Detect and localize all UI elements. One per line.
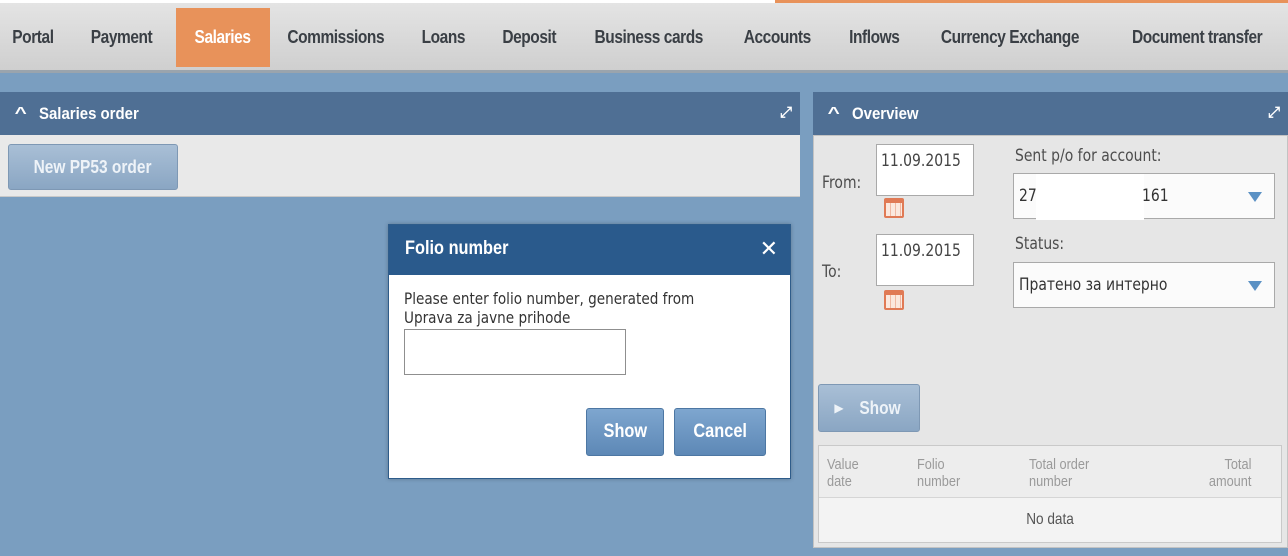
overview-show-label: Show — [858, 397, 901, 418]
dialog-show-button[interactable]: Show — [586, 408, 664, 456]
to-date-value: 11.09.2015 — [881, 241, 961, 261]
folio-number-dialog: Folio number ✕ Please enter folio number… — [388, 224, 791, 479]
chevron-down-icon — [1248, 192, 1262, 202]
nav-item-deposit[interactable]: Deposit — [500, 8, 558, 67]
new-pp53-order-label: New PP53 order — [34, 156, 152, 177]
grid-header: Value date Folio number Total order numb… — [819, 446, 1281, 498]
nav-item-accounts[interactable]: Accounts — [742, 8, 813, 67]
account-suffix: 161 — [1142, 186, 1169, 206]
no-data-text: No data — [1026, 511, 1074, 528]
nav-item-business-cards[interactable]: Business cards — [592, 8, 706, 67]
expand-icon[interactable]: ⤢ — [1268, 104, 1280, 121]
dialog-show-label: Show — [603, 421, 647, 442]
nav-divider — [0, 70, 1288, 73]
orders-grid: Value date Folio number Total order numb… — [818, 445, 1282, 543]
account-select[interactable]: 27 161 — [1013, 173, 1275, 220]
column-header-folio-number[interactable]: Folio number — [917, 456, 973, 490]
to-label: To: — [822, 262, 842, 282]
nav-item-loans[interactable]: Loans — [421, 8, 466, 67]
dialog-message: Please enter folio number, generated fro… — [404, 289, 695, 327]
nav-item-salaries[interactable]: Salaries — [176, 8, 270, 67]
folio-number-input[interactable] — [404, 329, 626, 375]
grid-empty-row: No data — [819, 498, 1281, 542]
nav-item-payment[interactable]: Payment — [88, 8, 155, 67]
nav-item-salaries-label: Salaries — [195, 27, 251, 47]
chevron-up-icon[interactable]: ^ — [15, 105, 27, 123]
account-redaction — [1036, 174, 1144, 220]
overview-panel-header[interactable]: ^ Overview ⤢ — [813, 92, 1288, 136]
from-date-value: 11.09.2015 — [881, 151, 961, 171]
chevron-up-icon[interactable]: ^ — [828, 105, 840, 123]
calendar-icon[interactable] — [884, 290, 904, 310]
column-header-value-date[interactable]: Value date — [827, 456, 871, 490]
chevron-down-icon — [1248, 281, 1262, 291]
new-pp53-order-button[interactable]: New PP53 order — [8, 144, 178, 190]
nav-item-portal[interactable]: Portal — [8, 8, 58, 67]
column-header-total-order-number[interactable]: Total order number — [1029, 456, 1114, 490]
status-select[interactable]: Пратено за интерно — [1013, 262, 1275, 308]
calendar-icon[interactable] — [884, 198, 904, 218]
nav-item-inflows[interactable]: Inflows — [845, 8, 903, 67]
dialog-cancel-button[interactable]: Cancel — [674, 408, 766, 456]
play-icon: ▶ — [834, 401, 844, 415]
panel-title: Overview — [852, 104, 919, 123]
overview-show-button[interactable]: ▶ Show — [818, 384, 920, 432]
nav-accent-line — [775, 0, 1288, 3]
dialog-header: Folio number ✕ — [389, 225, 790, 275]
account-prefix: 27 — [1019, 186, 1037, 206]
nav-item-currency-exchange[interactable]: Currency Exchange — [936, 8, 1084, 67]
expand-icon[interactable]: ⤢ — [780, 104, 792, 121]
column-header-total-amount[interactable]: Total amount — [1197, 456, 1252, 490]
status-value: Пратено за интерно — [1019, 275, 1168, 295]
status-label: Status: — [1015, 234, 1065, 254]
panel-title: Salaries order — [39, 104, 140, 123]
to-date-input[interactable]: 11.09.2015 — [876, 234, 974, 286]
nav-item-document-transfer[interactable]: Document transfer — [1124, 8, 1270, 67]
from-label: From: — [822, 173, 862, 193]
dialog-title: Folio number — [405, 238, 509, 259]
close-icon[interactable]: ✕ — [760, 236, 778, 262]
dialog-cancel-label: Cancel — [693, 421, 747, 442]
from-date-input[interactable]: 11.09.2015 — [876, 144, 974, 196]
account-label: Sent p/o for account: — [1015, 146, 1162, 166]
salaries-order-panel-header[interactable]: ^ Salaries order ⤢ — [0, 92, 800, 136]
nav-item-commissions[interactable]: Commissions — [285, 8, 386, 67]
